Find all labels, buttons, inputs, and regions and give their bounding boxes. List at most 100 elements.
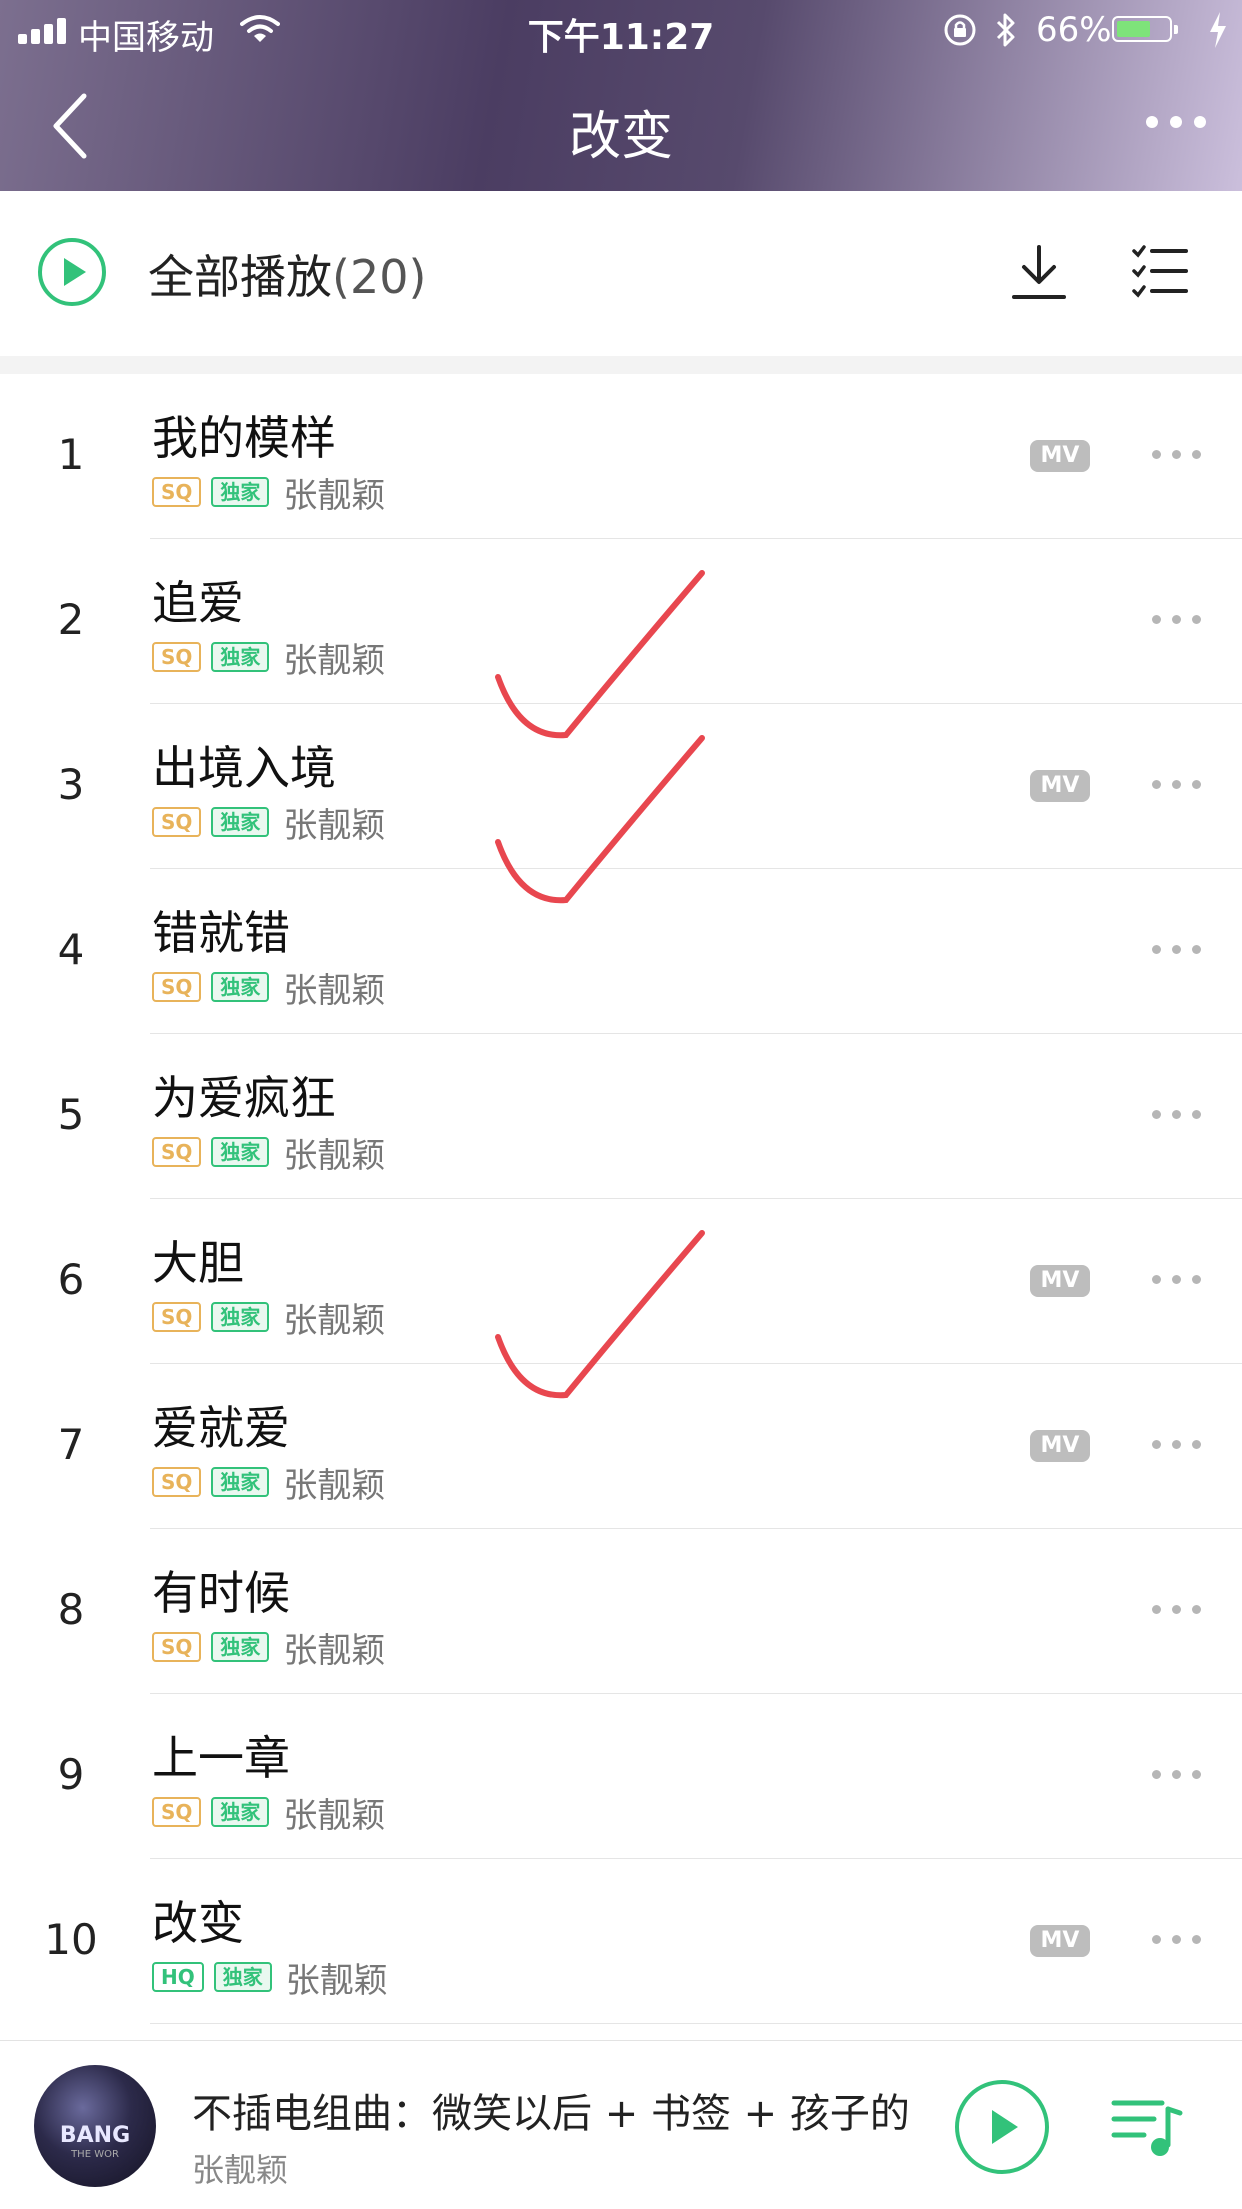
section-divider bbox=[0, 356, 1242, 374]
download-icon[interactable] bbox=[1010, 243, 1068, 303]
song-title: 出境入境 bbox=[152, 741, 336, 795]
status-bar: 中国移动 下午11:27 66% bbox=[0, 0, 1242, 62]
track-number: 4 bbox=[57, 925, 85, 974]
song-artist: 张靓颖 bbox=[283, 640, 386, 681]
mv-badge[interactable]: MV bbox=[1030, 770, 1090, 802]
more-options-icon[interactable] bbox=[1152, 1935, 1202, 1947]
track-number: 9 bbox=[57, 1750, 85, 1799]
exclusive-badge: 独家 bbox=[211, 1467, 270, 1497]
more-options-icon[interactable] bbox=[1152, 1440, 1202, 1452]
song-meta: SQ 独家 张靓颖 bbox=[152, 1462, 385, 1506]
more-options-icon[interactable] bbox=[1152, 1275, 1202, 1287]
more-options-icon[interactable] bbox=[1152, 1110, 1202, 1122]
song-artist: 张靓颖 bbox=[283, 1465, 386, 1506]
song-artist: 张靓颖 bbox=[283, 970, 386, 1011]
song-row[interactable]: 2 追爱 SQ 独家 张靓颖 bbox=[0, 539, 1242, 704]
song-row[interactable]: 8 有时候 SQ 独家 张靓颖 bbox=[0, 1529, 1242, 1694]
exclusive-badge: 独家 bbox=[211, 1302, 270, 1332]
exclusive-badge: 独家 bbox=[211, 642, 270, 672]
play-all-bar: 全部播放(20) bbox=[0, 191, 1242, 357]
battery-percent: 66% bbox=[1036, 10, 1112, 50]
song-row[interactable]: 7 爱就爱 SQ 独家 张靓颖 MV bbox=[0, 1364, 1242, 1529]
song-title: 改变 bbox=[152, 1896, 244, 1950]
nav-bar: 改变 bbox=[0, 62, 1242, 191]
quality-badge: HQ bbox=[152, 1962, 204, 1992]
song-meta: SQ 独家 张靓颖 bbox=[152, 1132, 385, 1176]
cover-subtext: THE WOR bbox=[71, 2149, 119, 2160]
song-meta: SQ 独家 张靓颖 bbox=[152, 967, 385, 1011]
song-title: 大胆 bbox=[152, 1236, 244, 1290]
quality-badge: SQ bbox=[152, 1467, 202, 1497]
exclusive-badge: 独家 bbox=[211, 477, 270, 507]
song-title: 上一章 bbox=[152, 1731, 290, 1785]
more-options-icon[interactable] bbox=[1152, 1605, 1202, 1617]
quality-badge: SQ bbox=[152, 642, 202, 672]
quality-badge: SQ bbox=[152, 1302, 202, 1332]
more-icon[interactable] bbox=[1144, 110, 1208, 134]
exclusive-badge: 独家 bbox=[211, 807, 270, 837]
song-title: 爱就爱 bbox=[152, 1401, 290, 1455]
song-meta: SQ 独家 张靓颖 bbox=[152, 637, 385, 681]
song-row[interactable]: 5 为爱疯狂 SQ 独家 张靓颖 bbox=[0, 1034, 1242, 1199]
song-row[interactable]: 10 改变 HQ 独家 张靓颖 MV bbox=[0, 1859, 1242, 2024]
more-options-icon[interactable] bbox=[1152, 1770, 1202, 1782]
mv-badge[interactable]: MV bbox=[1030, 1925, 1090, 1957]
exclusive-badge: 独家 bbox=[211, 972, 270, 1002]
orientation-lock-icon bbox=[944, 14, 976, 46]
quality-badge: SQ bbox=[152, 477, 202, 507]
exclusive-badge: 独家 bbox=[211, 1797, 270, 1827]
more-options-icon[interactable] bbox=[1152, 615, 1202, 627]
exclusive-badge: 独家 bbox=[211, 1632, 270, 1662]
song-meta: SQ 独家 张靓颖 bbox=[152, 1792, 385, 1836]
charging-icon bbox=[1210, 12, 1226, 48]
more-options-icon[interactable] bbox=[1152, 780, 1202, 792]
now-playing-title: 不插电组曲：微笑以后 + 书签 + 孩子的 bbox=[192, 2091, 910, 2137]
song-title: 为爱疯狂 bbox=[152, 1071, 336, 1125]
exclusive-badge: 独家 bbox=[213, 1962, 272, 1992]
song-artist: 张靓颖 bbox=[283, 1300, 386, 1341]
battery-icon bbox=[1112, 16, 1178, 42]
mini-player[interactable]: BANG THE WOR 不插电组曲：微笑以后 + 书签 + 孩子的 张靓颖 bbox=[0, 2040, 1242, 2209]
song-artist: 张靓颖 bbox=[283, 1630, 386, 1671]
exclusive-badge: 独家 bbox=[211, 1137, 270, 1167]
multi-select-icon[interactable] bbox=[1130, 243, 1190, 299]
track-number: 7 bbox=[57, 1420, 85, 1469]
more-options-icon[interactable] bbox=[1152, 450, 1202, 462]
track-number: 2 bbox=[57, 595, 85, 644]
song-row[interactable]: 1 我的模样 SQ 独家 张靓颖 MV bbox=[0, 374, 1242, 539]
mv-badge[interactable]: MV bbox=[1030, 1265, 1090, 1297]
song-title: 错就错 bbox=[152, 906, 290, 960]
cover-text: BANG bbox=[59, 2123, 131, 2148]
album-cover[interactable]: BANG THE WOR bbox=[34, 2065, 156, 2187]
quality-badge: SQ bbox=[152, 807, 202, 837]
track-number: 6 bbox=[57, 1255, 85, 1304]
song-artist: 张靓颖 bbox=[283, 805, 386, 846]
track-number: 10 bbox=[44, 1915, 98, 1964]
song-row[interactable]: 3 出境入境 SQ 独家 张靓颖 MV bbox=[0, 704, 1242, 869]
mv-badge[interactable]: MV bbox=[1030, 440, 1090, 472]
song-meta: SQ 独家 张靓颖 bbox=[152, 472, 385, 516]
track-number: 8 bbox=[57, 1585, 85, 1634]
song-artist: 张靓颖 bbox=[283, 1795, 386, 1836]
track-number: 1 bbox=[57, 430, 85, 479]
playlist-icon[interactable] bbox=[1110, 2095, 1184, 2159]
song-title: 有时候 bbox=[152, 1566, 290, 1620]
track-number: 5 bbox=[57, 1090, 85, 1139]
song-row[interactable]: 9 上一章 SQ 独家 张靓颖 bbox=[0, 1694, 1242, 1859]
song-row[interactable]: 6 大胆 SQ 独家 张靓颖 MV bbox=[0, 1199, 1242, 1364]
song-meta: SQ 独家 张靓颖 bbox=[152, 1297, 385, 1341]
song-artist: 张靓颖 bbox=[285, 1960, 388, 2001]
play-all-button[interactable]: 全部播放(20) bbox=[148, 241, 426, 307]
quality-badge: SQ bbox=[152, 1137, 202, 1167]
song-artist: 张靓颖 bbox=[283, 1135, 386, 1176]
quality-badge: SQ bbox=[152, 972, 202, 1002]
more-options-icon[interactable] bbox=[1152, 945, 1202, 957]
mv-badge[interactable]: MV bbox=[1030, 1430, 1090, 1462]
play-all-label: 全部播放 bbox=[148, 250, 332, 304]
bluetooth-icon bbox=[996, 13, 1015, 47]
play-circle-icon[interactable] bbox=[36, 236, 108, 308]
header: 中国移动 下午11:27 66% 改变 bbox=[0, 0, 1242, 191]
song-meta: SQ 独家 张靓颖 bbox=[152, 802, 385, 846]
play-icon[interactable] bbox=[952, 2077, 1052, 2177]
song-row[interactable]: 4 错就错 SQ 独家 张靓颖 bbox=[0, 869, 1242, 1034]
